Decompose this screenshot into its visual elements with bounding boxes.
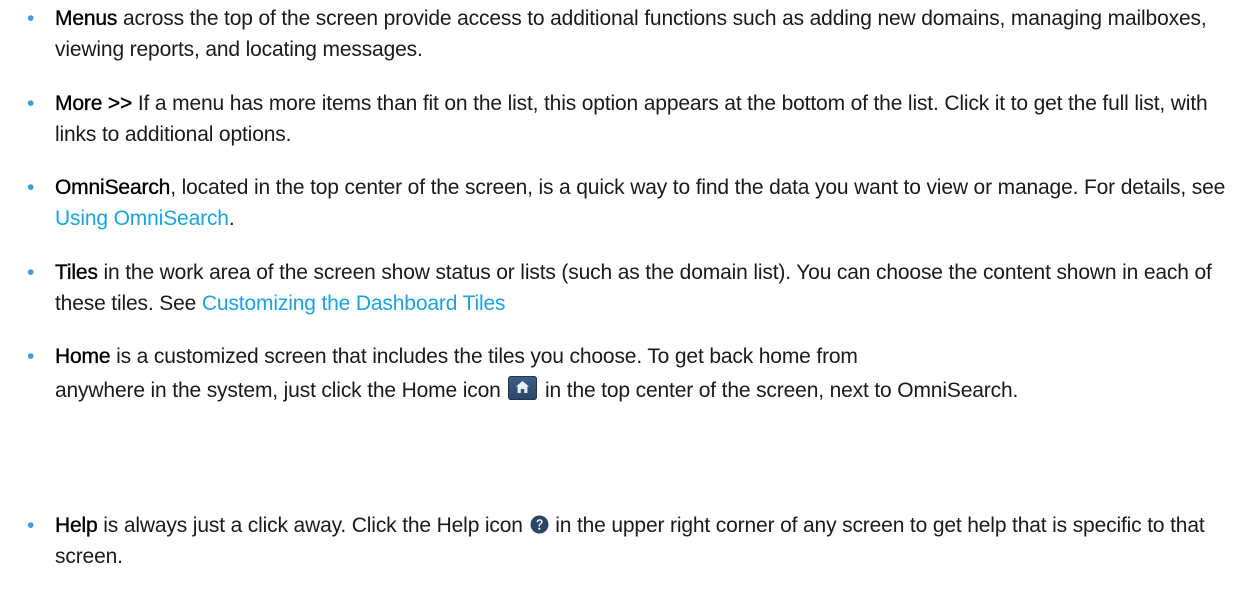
bullet-icon: •	[27, 514, 35, 537]
description-omnisearch-end: .	[228, 207, 235, 230]
list-item-menus: • Menus across the top of the screen pro…	[0, 3, 1241, 65]
list-item-home: • Home is a customized screen that inclu…	[0, 341, 1241, 406]
bullet-icon: •	[27, 7, 35, 30]
link-customizing-dashboard-tiles[interactable]: Customizing the Dashboard Tiles	[202, 292, 506, 315]
bullet-icon: •	[27, 261, 35, 284]
bullet-icon: •	[27, 92, 35, 115]
term-tiles: Tiles	[55, 261, 98, 284]
description-home-3: in the top center of the screen, next to…	[539, 379, 1019, 402]
link-using-omnisearch[interactable]: Using OmniSearch	[55, 207, 229, 230]
description-home-2: anywhere in the system, just click the H…	[55, 379, 507, 402]
term-home: Home	[55, 345, 111, 368]
list-item-body: Home is a customized screen that include…	[55, 341, 1229, 406]
list-item-body: Tiles in the work area of the screen sho…	[55, 257, 1229, 319]
description-more: If a menu has more items than fit on the…	[55, 92, 1208, 146]
document: • Menus across the top of the screen pro…	[0, 0, 1251, 598]
description-omnisearch: , located in the top center of the scree…	[170, 176, 1226, 199]
term-menus: Menus	[55, 7, 118, 30]
term-help: Help	[55, 514, 98, 537]
list-item-body: Menus across the top of the screen provi…	[55, 3, 1229, 65]
list-item-body: OmniSearch, located in the top center of…	[55, 172, 1229, 234]
term-omnisearch: OmniSearch	[55, 176, 171, 199]
list-item-body: Help is always just a click away. Click …	[55, 510, 1229, 572]
list-item-omnisearch: • OmniSearch, located in the top center …	[0, 172, 1241, 234]
term-more: More >>	[55, 92, 133, 115]
list-item-more: • More >> If a menu has more items than …	[0, 88, 1241, 150]
help-icon	[530, 512, 549, 534]
list-item-body: More >> If a menu has more items than fi…	[55, 88, 1229, 150]
bullet-icon: •	[27, 176, 35, 199]
list-item-help: • Help is always just a click away. Clic…	[0, 510, 1241, 572]
bullet-icon: •	[27, 345, 35, 368]
description-menus: across the top of the screen provide acc…	[55, 7, 1207, 61]
description-help: is always just a click away. Click the H…	[97, 514, 529, 537]
list-item-tiles: • Tiles in the work area of the screen s…	[0, 257, 1241, 319]
description-home: is a customized screen that includes the…	[110, 345, 858, 368]
home-icon	[508, 376, 538, 400]
